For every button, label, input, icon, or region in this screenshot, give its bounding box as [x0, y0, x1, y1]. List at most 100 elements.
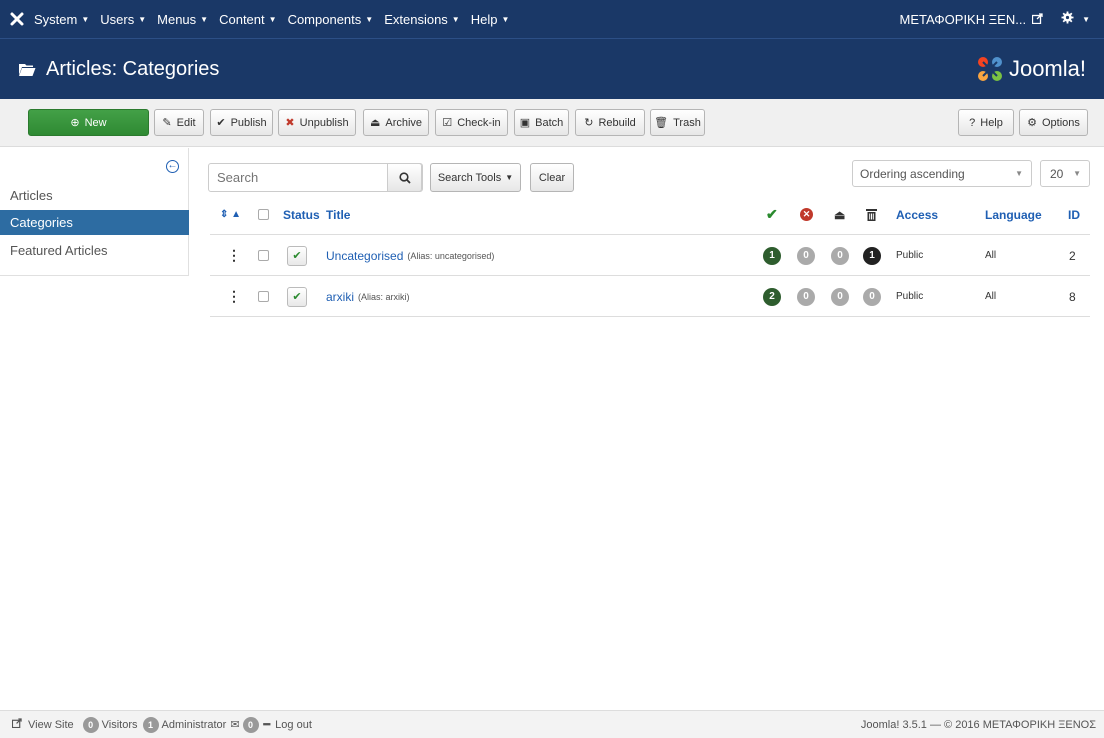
- select-all-cell: [258, 194, 269, 235]
- sort-ordering-icon[interactable]: ⇕ ▲: [220, 194, 241, 235]
- menu-system[interactable]: System ▼: [34, 12, 89, 27]
- unpublished-count-badge[interactable]: 0: [797, 287, 815, 306]
- column-language[interactable]: Language: [985, 194, 1042, 235]
- caret-down-icon: ▼: [268, 14, 277, 24]
- caret-down-icon: ▼: [451, 14, 460, 24]
- external-link-icon[interactable]: [1031, 12, 1043, 27]
- menu-help[interactable]: Help ▼: [471, 12, 510, 27]
- column-title[interactable]: Title: [326, 194, 350, 235]
- categories-table: ⇕ ▲ Status Title ✔ ✕ ⏏ Access Language I…: [210, 194, 1090, 317]
- status-footer: View Site 0 Visitors 1 Administrator ✉ 0…: [0, 710, 1104, 738]
- archive-icon: ⏏: [369, 117, 381, 129]
- search-icon: [398, 171, 411, 184]
- joomla-x-icon[interactable]: [0, 11, 34, 27]
- column-status[interactable]: Status: [283, 194, 320, 235]
- clear-button[interactable]: Clear: [530, 163, 574, 192]
- caret-down-icon: ▼: [505, 173, 514, 182]
- menu-components[interactable]: Components ▼: [288, 12, 374, 27]
- column-unpublished-icon[interactable]: ✕: [800, 194, 813, 235]
- menu-menus[interactable]: Menus ▼: [157, 12, 208, 27]
- caret-down-icon: ▼: [1015, 169, 1023, 178]
- archived-count-badge[interactable]: 0: [831, 287, 849, 306]
- published-toggle[interactable]: ✔: [287, 245, 307, 266]
- archive-button[interactable]: ⏏ Archive: [363, 109, 429, 136]
- topbar-right: ΜΕΤΑΦΟΡΙΚΗ ΞΕΝ... ▼: [900, 11, 1104, 27]
- category-alias: (Alias: arxiki): [358, 291, 410, 302]
- menu-users[interactable]: Users ▼: [100, 12, 146, 27]
- batch-button[interactable]: ▣ Batch: [514, 109, 569, 136]
- category-title-link[interactable]: Uncategorised: [326, 249, 403, 263]
- caret-down-icon[interactable]: ▼: [1082, 15, 1090, 24]
- search-input[interactable]: [209, 164, 384, 191]
- table-row: ⋮ ✔ arxiki (Alias: arxiki) 2 0 0 0 Publi…: [210, 276, 1090, 317]
- drag-handle-icon[interactable]: ⋮: [227, 235, 241, 276]
- table-row: ⋮ ✔ Uncategorised (Alias: uncategorised)…: [210, 235, 1090, 276]
- collapse-sidebar-icon[interactable]: ←: [166, 160, 179, 173]
- trash-button[interactable]: 🗑 Trash: [650, 109, 705, 136]
- view-site-link[interactable]: View Site: [11, 718, 74, 731]
- edit-icon: ✎: [162, 117, 172, 129]
- published-count-badge[interactable]: 1: [763, 246, 781, 265]
- external-link-icon: [11, 718, 22, 731]
- column-published-icon[interactable]: ✔: [766, 194, 778, 235]
- search-button[interactable]: [387, 163, 422, 192]
- unpublish-button[interactable]: ✖ Unpublish: [278, 109, 356, 136]
- select-all-checkbox[interactable]: [258, 209, 269, 220]
- row-checkbox[interactable]: [258, 250, 269, 261]
- row-checkbox[interactable]: [258, 291, 269, 302]
- messages-link[interactable]: ✉ 0: [230, 716, 261, 733]
- search-tools-button[interactable]: Search Tools ▼: [430, 163, 521, 192]
- joomla-brand-logo[interactable]: Joomla!: [975, 54, 1086, 84]
- title-cell: Uncategorised (Alias: uncategorised): [326, 235, 494, 276]
- plus-circle-icon: ⊕: [70, 117, 80, 129]
- menu-extensions[interactable]: Extensions ▼: [384, 12, 460, 27]
- help-button[interactable]: ? Help: [958, 109, 1014, 136]
- ordering-select[interactable]: Ordering ascending ▼: [852, 160, 1032, 187]
- status-cell: ✔: [287, 235, 307, 276]
- table-header-row: ⇕ ▲ Status Title ✔ ✕ ⏏ Access Language I…: [210, 194, 1090, 235]
- column-id[interactable]: ID: [1068, 194, 1080, 235]
- drag-handle-icon[interactable]: ⋮: [227, 276, 241, 317]
- unpublished-count-badge[interactable]: 0: [797, 246, 815, 265]
- site-name-link[interactable]: ΜΕΤΑΦΟΡΙΚΗ ΞΕΝ...: [900, 12, 1027, 27]
- checkin-button[interactable]: ☑ Check-in: [435, 109, 508, 136]
- access-value: Public: [896, 291, 924, 302]
- new-button[interactable]: ⊕ New: [28, 109, 149, 136]
- page-header: Articles: Categories Joomla!: [0, 38, 1104, 99]
- logout-link[interactable]: ━ Log out: [264, 718, 312, 732]
- published-count-badge[interactable]: 2: [763, 287, 781, 306]
- sidebar-item-featured-articles[interactable]: Featured Articles: [0, 238, 189, 263]
- category-title-link[interactable]: arxiki: [326, 290, 354, 304]
- options-button[interactable]: ⚙ Options: [1019, 109, 1088, 136]
- trashed-count-badge[interactable]: 0: [863, 287, 881, 306]
- question-circle-icon: ?: [969, 116, 976, 129]
- main-menu: System ▼ Users ▼ Menus ▼ Content ▼ Component…: [34, 12, 520, 27]
- archived-count-cell: 0: [831, 276, 849, 317]
- list-limit-select[interactable]: 20 ▼: [1040, 160, 1090, 187]
- sidebar: ← Articles Categories Featured Articles: [0, 148, 189, 276]
- column-access[interactable]: Access: [896, 194, 938, 235]
- unpublish-icon: ✖: [285, 117, 295, 129]
- visitors-count-badge: 0: [82, 716, 99, 733]
- access-value: Public: [896, 250, 924, 261]
- published-toggle[interactable]: ✔: [287, 286, 307, 307]
- archived-count-badge[interactable]: 0: [831, 246, 849, 265]
- brand-name: Joomla!: [1008, 56, 1086, 81]
- archived-count-cell: 0: [831, 235, 849, 276]
- sidebar-item-categories[interactable]: Categories: [0, 210, 189, 235]
- top-navbar: System ▼ Users ▼ Menus ▼ Content ▼ Component…: [0, 0, 1104, 38]
- caret-down-icon: ▼: [200, 14, 209, 24]
- rebuild-button[interactable]: ↻ Rebuild: [575, 109, 645, 136]
- publish-button[interactable]: ✔ Publish: [210, 109, 273, 136]
- edit-button[interactable]: ✎ Edit: [154, 109, 204, 136]
- menu-content[interactable]: Content ▼: [219, 12, 276, 27]
- trashed-count-badge[interactable]: 1: [863, 246, 881, 265]
- column-trashed-icon[interactable]: [866, 194, 877, 235]
- batch-icon: ▣: [519, 117, 531, 129]
- page-title: Articles: Categories: [46, 57, 220, 80]
- sidebar-item-articles[interactable]: Articles: [0, 183, 189, 208]
- gear-icon: ⚙: [1027, 117, 1037, 129]
- column-archived-icon[interactable]: ⏏: [834, 194, 845, 235]
- gear-icon[interactable]: [1061, 11, 1074, 27]
- row-select-cell: [258, 235, 269, 276]
